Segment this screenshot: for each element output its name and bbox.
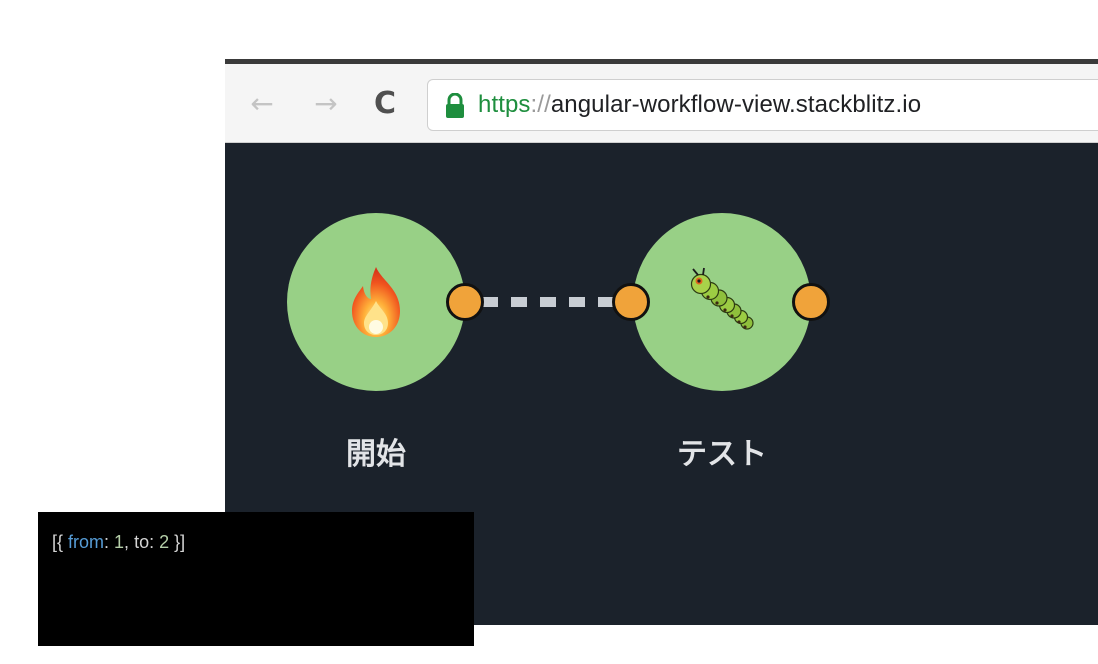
- workflow-node-test[interactable]: [633, 213, 811, 391]
- output-colon-to: :: [149, 532, 160, 552]
- lock-icon: [446, 93, 464, 118]
- connections-output-panel: [{ from: 1, to: 2 }]: [38, 512, 474, 646]
- address-bar[interactable]: https://angular-workflow-view.stackblitz…: [427, 79, 1098, 131]
- connection-edge[interactable]: [482, 297, 614, 307]
- output-open: [{: [52, 532, 69, 552]
- input-port-test[interactable]: [612, 283, 650, 321]
- screenshot-page: ← → C https://angular-workflow-view.stac…: [0, 0, 1098, 664]
- output-key-from: from: [68, 532, 105, 552]
- back-arrow-icon[interactable]: ←: [247, 89, 277, 119]
- output-colon-from: :: [104, 532, 115, 552]
- forward-arrow-icon[interactable]: →: [311, 89, 341, 119]
- fire-icon: [352, 267, 400, 337]
- url-scheme: https: [478, 91, 531, 118]
- node-label-start: 開始: [346, 437, 406, 472]
- url-separator: ://: [530, 91, 551, 118]
- output-value-to: 2: [159, 532, 170, 552]
- output-port-test[interactable]: [792, 283, 830, 321]
- url-host: angular-workflow-view.stackblitz.io: [550, 91, 922, 118]
- output-close: }]: [169, 532, 186, 552]
- workflow-node-start[interactable]: [287, 213, 465, 391]
- output-comma: ,: [124, 532, 135, 552]
- caterpillar-icon: [690, 267, 754, 330]
- reload-icon[interactable]: C: [370, 89, 400, 119]
- node-label-test: テスト: [677, 437, 767, 472]
- output-key-to: to: [134, 532, 150, 552]
- browser-toolbar: ← → C https://angular-workflow-view.stac…: [225, 59, 1098, 143]
- output-port-start[interactable]: [446, 283, 484, 321]
- connections-output-text: [{ from: 1, to: 2 }]: [52, 530, 185, 554]
- output-value-from: 1: [114, 532, 125, 552]
- url-text: https://angular-workflow-view.stackblitz…: [478, 90, 921, 120]
